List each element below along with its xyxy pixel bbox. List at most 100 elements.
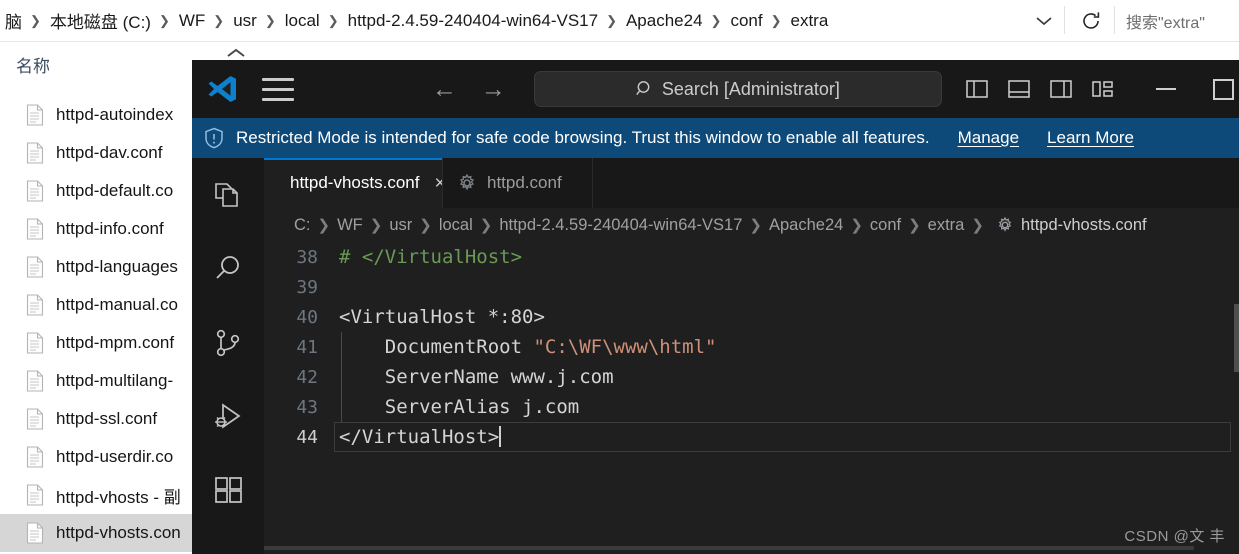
breadcrumb-separator: ❯ [264,12,276,28]
toggle-panel-icon[interactable] [1006,77,1032,101]
file-name: httpd-userdir.co [56,447,174,466]
line-number: 43 [296,396,318,418]
address-dropdown-button[interactable] [1022,0,1066,41]
breadcrumb-item[interactable]: usr [230,11,260,31]
file-list-item[interactable]: httpd-vhosts.con [0,514,192,552]
activity-bar-item-search[interactable] [192,232,264,306]
minimize-button[interactable] [1146,72,1187,106]
breadcrumb-item[interactable]: WF [337,216,363,235]
breadcrumb-item[interactable]: Apache24 [769,216,843,235]
code-token: ServerAlias j.com [339,396,580,418]
refresh-button[interactable] [1067,0,1115,41]
tab-label: httpd-vhosts.conf [290,173,420,192]
tab-httpd-conf[interactable]: httpd.conf [442,158,592,208]
activity-bar-item-run-and-debug[interactable] [192,380,264,454]
code-line[interactable]: 40 <VirtualHost *:80> [264,302,1239,332]
command-search-input[interactable]: Search [Administrator] [533,71,942,107]
file-list-item[interactable]: httpd-vhosts - 副 [0,476,192,514]
file-list-item[interactable]: httpd-info.conf [0,210,192,248]
editor-breadcrumb[interactable]: C: ❯ WF ❯ usr ❯ local ❯ httpd-2.4.59-240404-win6… [264,208,1239,242]
watermark: CSDN @文 丰 [1124,528,1225,545]
code-token: # </VirtualHost> [339,246,523,268]
code-line[interactable]: 41 DocumentRoot "C:\WF\www\html" [264,332,1239,362]
breadcrumb-item[interactable]: Apache24 [623,11,706,31]
activity-bar-item-extensions[interactable] [192,454,264,528]
files-explorer-icon [215,183,238,207]
breadcrumb-item[interactable]: WF [176,11,208,31]
vscode-window: ← → Search [Administrator] Restricted Mo… [192,60,1239,554]
file-list-item[interactable]: httpd-default.co [0,172,192,210]
activity-bar [192,158,264,554]
maximize-button[interactable] [1207,72,1239,106]
breadcrumb-item[interactable]: usr [389,216,412,235]
activity-bar-item-source-control[interactable] [192,306,264,380]
breadcrumb-item[interactable]: 本地磁盘 (C:) [47,8,154,33]
arrow-right-icon[interactable]: → [481,76,506,102]
code-line[interactable]: 43 ServerAlias j.com [264,392,1239,422]
file-icon [26,180,44,202]
code-token: ServerName www.j.com [339,366,614,388]
file-list-item[interactable]: httpd-mpm.conf [0,324,192,362]
file-list-item[interactable]: httpd-userdir.co [0,438,192,476]
code-line[interactable]: 44 </VirtualHost> [264,422,1239,452]
hamburger-menu-icon[interactable] [262,74,294,104]
manage-trust-link[interactable]: Manage [958,128,1019,148]
file-list-item[interactable]: httpd-autoindex [0,96,192,134]
search-placeholder: 搜索"extra" [1126,14,1205,32]
file-list[interactable]: httpd-autoindex httpd-dav.conf httpd-defau… [0,96,192,554]
file-icon [26,256,44,278]
breadcrumb-item[interactable]: conf [727,11,765,31]
code-line[interactable]: 42 ServerName www.j.com [264,362,1239,392]
gear-icon [459,174,475,191]
breadcrumb-item[interactable]: conf [870,216,901,235]
breadcrumb-item[interactable]: extra [788,11,832,31]
toggle-secondary-sidebar-icon[interactable] [1048,77,1074,101]
file-icon [26,218,44,240]
customize-layout-icon[interactable] [1090,77,1116,101]
file-list-item[interactable]: httpd-dav.conf [0,134,192,172]
code-line[interactable]: 38 # </VirtualHost> [264,242,1239,272]
breadcrumb-separator: ❯ [850,217,863,234]
line-number: 39 [296,276,318,298]
activity-bar-item-explorer[interactable] [192,158,264,232]
file-name: httpd-default.co [56,181,174,200]
breadcrumb[interactable]: 脑 ❯ 本地磁盘 (C:) ❯ WF ❯ usr ❯ local ❯ httpd-2.4.59-24… [0,0,831,41]
breadcrumb-separator: ❯ [606,12,617,28]
editor-vertical-scrollbar[interactable] [1234,304,1239,372]
tab-label: httpd.conf [487,173,562,192]
file-list-item[interactable]: httpd-ssl.conf [0,400,192,438]
breadcrumb-file[interactable]: httpd-vhosts.conf [1021,216,1147,235]
breadcrumb-item[interactable]: local [439,216,473,235]
vscode-titlebar: ← → Search [Administrator] [192,60,1239,118]
code-line[interactable]: 39 [264,272,1239,302]
breadcrumb-separator: ❯ [908,217,921,234]
file-name: httpd-ssl.conf [56,409,158,428]
file-list-item[interactable]: httpd-multilang- [0,362,192,400]
tab-httpd-vhosts-conf[interactable]: httpd-vhosts.conf × [264,158,446,208]
line-number: 40 [296,306,318,328]
divider [0,41,1239,42]
search-input[interactable]: 搜索"extra" [1117,0,1239,41]
breadcrumb-item[interactable]: extra [928,216,965,235]
toggle-primary-sidebar-icon[interactable] [964,77,990,101]
file-list-item[interactable]: httpd-manual.co [0,286,192,324]
code-token: DocumentRoot [339,336,534,358]
file-list-item[interactable]: httpd-languages [0,248,192,286]
file-name: httpd-vhosts - 副 [56,487,181,507]
breadcrumb-separator: ❯ [158,12,170,28]
breadcrumb-separator: ❯ [710,12,722,28]
breadcrumb-item[interactable]: httpd-2.4.59-240404-win64-VS17 [499,216,742,235]
breadcrumb-item[interactable]: httpd-2.4.59-240404-win64-VS17 [345,11,601,31]
breadcrumb-separator: ❯ [317,217,331,234]
navigation-arrows: ← → [432,76,506,102]
shield-icon [205,127,223,149]
arrow-left-icon[interactable]: ← [432,76,457,102]
code-editor[interactable]: 38 # </VirtualHost> 39 40 <VirtualHost *:80>… [264,242,1239,554]
breadcrumb-item[interactable]: C: [294,216,311,235]
breadcrumb-item[interactable]: 脑 [2,8,25,33]
search-icon [216,256,239,279]
breadcrumb-item[interactable]: local [282,11,323,31]
learn-more-link[interactable]: Learn More [1047,128,1134,148]
breadcrumb-separator: ❯ [749,217,762,234]
editor-horizontal-scrollbar[interactable] [264,546,1194,550]
